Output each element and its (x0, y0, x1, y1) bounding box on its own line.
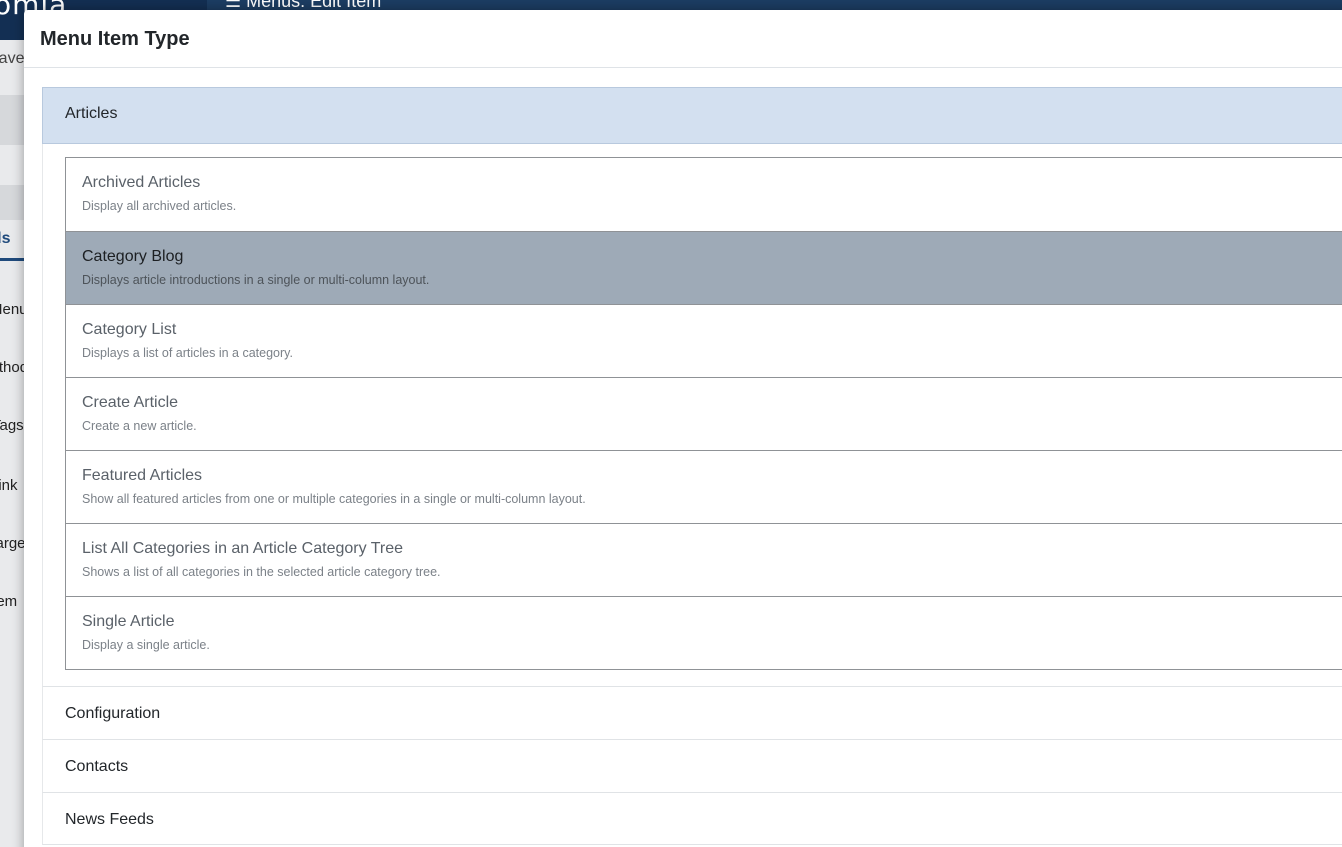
menu-item-type-modal: Menu Item Type Articles Archived Article… (24, 10, 1342, 847)
menu-type-archived-articles[interactable]: Archived Articles Display all archived a… (66, 158, 1342, 231)
field-label-tags: Tags (0, 417, 24, 434)
save-button[interactable]: Save (0, 50, 24, 68)
accordion-header-contacts[interactable]: Contacts (42, 739, 1342, 792)
menu-type-create-article[interactable]: Create Article Create a new article. (66, 377, 1342, 450)
list-item-description: Display a single article. (82, 638, 210, 652)
accordion-header-news-feeds[interactable]: News Feeds (42, 792, 1342, 845)
menu-type-featured-articles[interactable]: Featured Articles Show all featured arti… (66, 450, 1342, 523)
list-item-title: Single Article (82, 613, 175, 630)
menu-type-category-list[interactable]: Category List Displays a list of article… (66, 304, 1342, 377)
list-item-description: Displays article introductions in a sing… (82, 273, 430, 287)
list-item-title: Category Blog (82, 248, 184, 265)
list-item-title: Featured Articles (82, 467, 203, 484)
modal-header: Menu Item Type (24, 10, 1342, 68)
menu-type-list-all-categories[interactable]: List All Categories in an Article Catego… (66, 523, 1342, 596)
field-label-item: Item (0, 593, 18, 610)
modal-title: Menu Item Type (40, 28, 190, 50)
list-item-description: Displays a list of articles in a categor… (82, 346, 293, 360)
menu-type-list: Archived Articles Display all archived a… (65, 157, 1342, 670)
accordion-body-articles: Archived Articles Display all archived a… (42, 144, 1342, 686)
menu-type-accordion: Articles Archived Articles Display all a… (42, 87, 1342, 845)
accordion-header-configuration[interactable]: Configuration (42, 686, 1342, 739)
list-item-description: Create a new article. (82, 419, 197, 433)
field-label-link: Link (0, 477, 18, 494)
menu-type-single-article[interactable]: Single Article Display a single article. (66, 596, 1342, 669)
list-item-description: Display all archived articles. (82, 199, 237, 213)
tab-details[interactable]: Details (0, 230, 10, 248)
list-item-title: Archived Articles (82, 174, 201, 191)
accordion-header-articles[interactable]: Articles (42, 87, 1342, 144)
list-item-title: Create Article (82, 394, 179, 411)
tab-details-indicator (0, 258, 24, 261)
list-item-title: List All Categories in an Article Catego… (82, 540, 404, 557)
list-item-title: Category List (82, 321, 177, 338)
list-item-description: Show all featured articles from one or m… (82, 492, 586, 506)
menu-type-category-blog[interactable]: Category Blog Displays article introduct… (66, 231, 1342, 304)
list-item-description: Shows a list of all categories in the se… (82, 565, 441, 579)
